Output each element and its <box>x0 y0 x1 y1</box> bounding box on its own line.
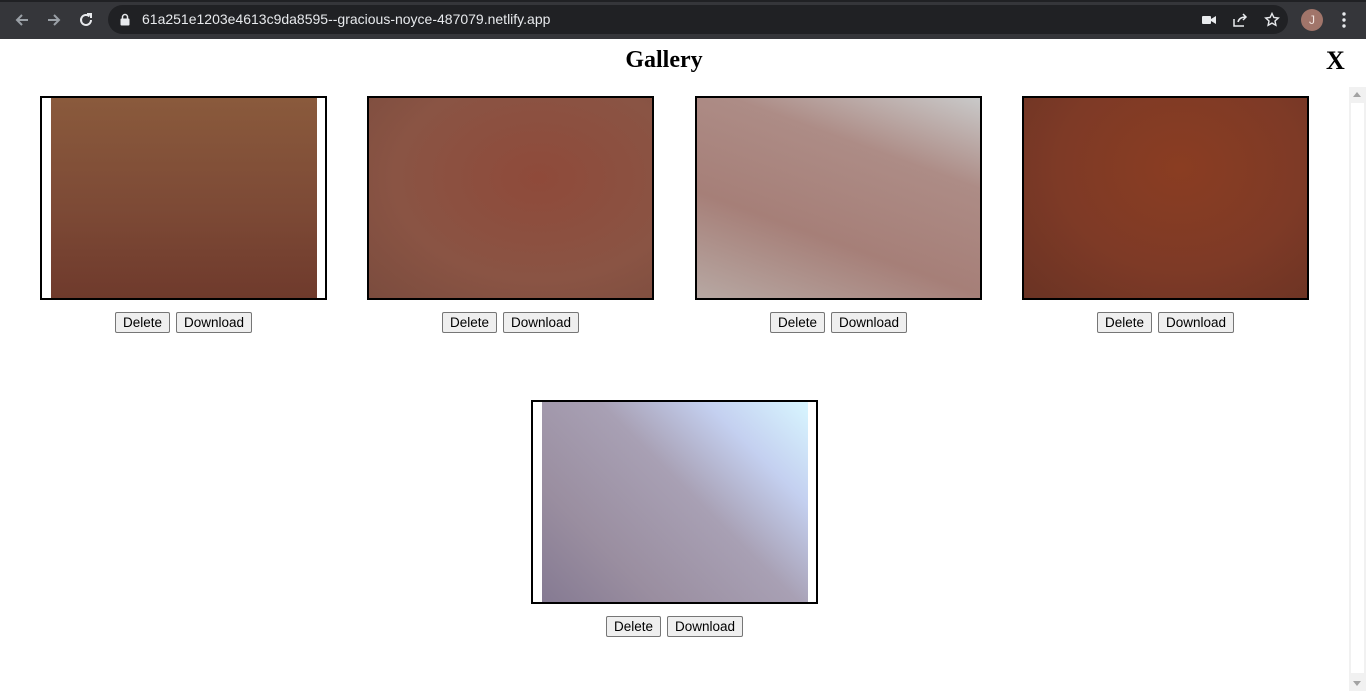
scrollbar-thumb[interactable] <box>1351 103 1364 673</box>
photo-frame <box>531 400 818 604</box>
download-button[interactable]: Download <box>830 312 908 333</box>
back-icon[interactable] <box>11 9 33 31</box>
download-button[interactable]: Download <box>502 312 580 333</box>
gallery-item: Delete Download <box>695 96 982 333</box>
delete-button[interactable]: Delete <box>605 616 661 637</box>
reload-icon[interactable] <box>75 9 97 31</box>
url-text[interactable]: 61a251e1203e4613c9da8595--gracious-noyce… <box>142 11 550 27</box>
item-actions: Delete Download <box>40 312 327 333</box>
avatar[interactable]: J <box>1301 9 1323 31</box>
photo-thumbnail <box>51 98 317 298</box>
photo-thumbnail <box>542 402 808 602</box>
delete-button[interactable]: Delete <box>441 312 497 333</box>
photo-frame <box>367 96 654 300</box>
gallery-item: Delete Download <box>1022 96 1309 333</box>
download-button[interactable]: Download <box>175 312 253 333</box>
delete-button[interactable]: Delete <box>769 312 825 333</box>
vertical-scrollbar[interactable] <box>1349 87 1366 691</box>
download-button[interactable]: Download <box>666 616 744 637</box>
gallery-item: Delete Download <box>40 96 327 333</box>
gallery-item: Delete Download <box>367 96 654 333</box>
share-icon[interactable] <box>1231 11 1249 29</box>
photo-frame <box>1022 96 1309 300</box>
photo-thumbnail <box>697 98 980 298</box>
gallery-item: Delete Download <box>531 400 818 637</box>
photo-thumbnail <box>1024 98 1307 298</box>
item-actions: Delete Download <box>695 312 982 333</box>
forward-icon[interactable] <box>43 9 65 31</box>
photo-thumbnail <box>369 98 652 298</box>
photo-frame <box>40 96 327 300</box>
kebab-menu-icon[interactable] <box>1334 9 1354 31</box>
star-icon[interactable] <box>1263 11 1281 29</box>
page-title: Gallery <box>625 47 703 73</box>
item-actions: Delete Download <box>1022 312 1309 333</box>
browser-toolbar: 61a251e1203e4613c9da8595--gracious-noyce… <box>0 0 1366 39</box>
lock-icon[interactable] <box>120 13 130 31</box>
delete-button[interactable]: Delete <box>1096 312 1152 333</box>
item-actions: Delete Download <box>367 312 654 333</box>
scroll-up-icon[interactable] <box>1353 92 1361 97</box>
tab-strip <box>0 0 1366 2</box>
page-content: Gallery X Delete Download Delete Downloa… <box>0 39 1366 691</box>
download-button[interactable]: Download <box>1157 312 1235 333</box>
delete-button[interactable]: Delete <box>114 312 170 333</box>
photo-frame <box>695 96 982 300</box>
close-button[interactable]: X <box>1326 47 1345 75</box>
camera-icon[interactable] <box>1200 11 1218 29</box>
item-actions: Delete Download <box>531 616 818 637</box>
scroll-down-icon[interactable] <box>1353 681 1361 686</box>
address-bar[interactable]: 61a251e1203e4613c9da8595--gracious-noyce… <box>108 5 1288 34</box>
